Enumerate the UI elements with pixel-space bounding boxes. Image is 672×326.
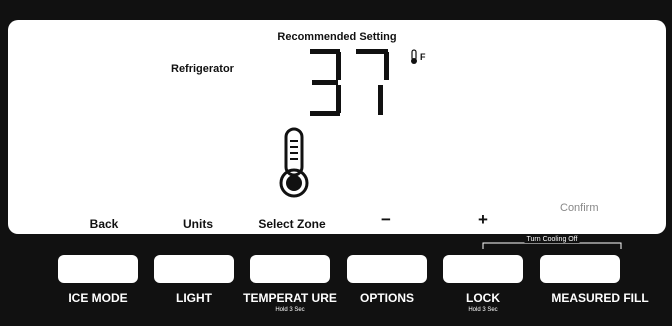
light-label: LIGHT — [176, 291, 212, 305]
turn-cooling-off-label: Turn Cooling Off — [524, 236, 580, 243]
measured-fill-label: MEASURED FILL — [551, 291, 649, 305]
lock-button[interactable] — [443, 255, 523, 283]
measured-fill-button[interactable] — [540, 255, 620, 283]
display-screen: Recommended Setting Refrigerator 37 F — [8, 20, 666, 234]
ice-mode-label: ICE MODE — [68, 291, 128, 305]
ice-mode-button[interactable] — [58, 255, 138, 283]
unit-indicator: F — [409, 49, 426, 65]
light-button[interactable] — [154, 255, 234, 283]
unit-label: F — [420, 52, 426, 62]
lock-sub-label: Hold 3 Sec — [468, 307, 498, 313]
thermometer-icon — [279, 127, 309, 198]
minus-key[interactable]: − — [381, 210, 391, 230]
confirm-label[interactable]: Confirm — [560, 202, 599, 214]
temperature-button[interactable] — [250, 255, 330, 283]
options-button[interactable] — [347, 255, 427, 283]
lock-label: LOCK — [466, 291, 500, 305]
zone-label: Refrigerator — [171, 63, 234, 75]
plus-key[interactable]: + — [478, 210, 488, 230]
options-label: OPTIONS — [359, 291, 415, 305]
recommended-setting-label: Recommended Setting — [277, 31, 397, 43]
select-zone-key[interactable]: Select Zone — [258, 217, 325, 231]
thermometer-small-icon — [411, 49, 417, 64]
back-key[interactable]: Back — [90, 217, 119, 231]
temperature-readout: 37 — [310, 49, 389, 116]
temperature-label: TEMPERAT URE — [243, 291, 337, 305]
units-key[interactable]: Units — [183, 217, 213, 231]
temperature-sub-label: Hold 3 Sec — [275, 307, 305, 313]
